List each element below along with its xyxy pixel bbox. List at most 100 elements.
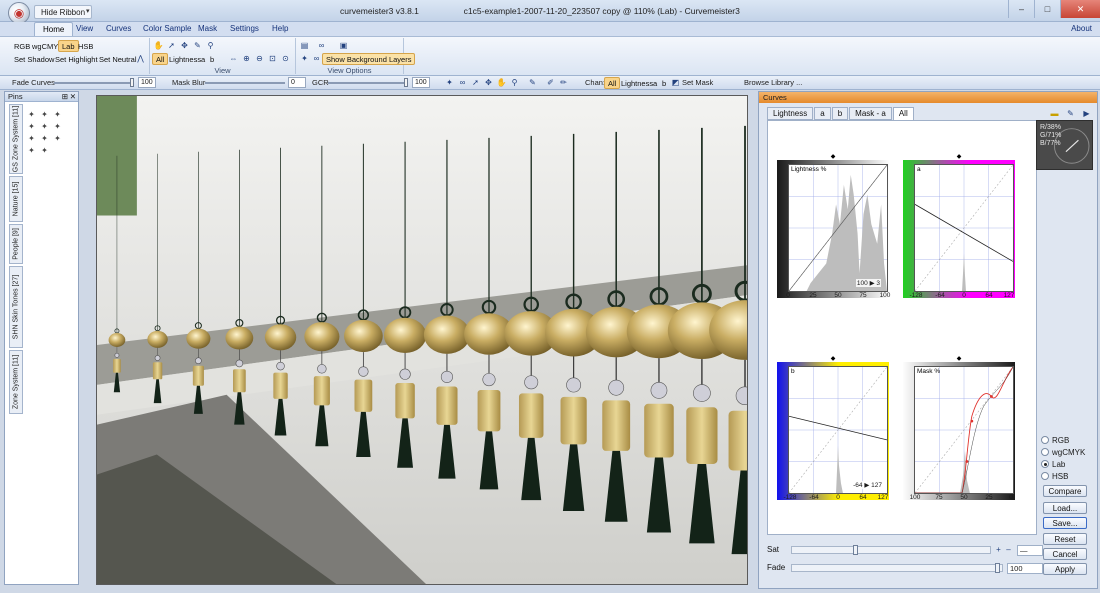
mask-curve-graph[interactable]: ◆ Mask % 100 75 50 25 0 — [903, 356, 1015, 506]
minimize-icon[interactable]: – — [1008, 0, 1034, 18]
radio-rgb-indicator[interactable] — [1041, 436, 1049, 444]
auto-levels-icon[interactable]: ⋀ — [135, 53, 146, 64]
hand-icon[interactable]: ✋ — [496, 77, 507, 88]
tab-curves[interactable]: Curves — [98, 22, 139, 36]
sat-slider-thumb[interactable] — [853, 545, 858, 555]
fade-curves-input[interactable]: 100 — [138, 77, 156, 88]
radio-hsb[interactable]: HSB — [1041, 472, 1068, 482]
maximize-icon[interactable]: □ — [1034, 0, 1060, 18]
pins-tab-people[interactable]: People [9] — [9, 224, 23, 264]
a-curve-graph[interactable]: ◆ a -128 -64 0 64 127 — [903, 154, 1015, 304]
pin-panel-icon[interactable]: ⊞ — [62, 92, 68, 102]
pin-icon[interactable]: ✦ — [27, 122, 36, 131]
pin-tool-icon[interactable]: ✦ — [444, 77, 455, 88]
fit-icon[interactable]: ⇔ — [228, 53, 239, 64]
pin-icon[interactable]: ✦ — [40, 122, 49, 131]
pin-icon[interactable]: ✦ — [299, 53, 310, 64]
set-neutral-button[interactable]: Set Neutral — [95, 53, 141, 65]
pins-tab-shn-skin-tones[interactable]: SHN Skin Tones [27] — [9, 266, 23, 348]
pin-icon[interactable]: ✦ — [40, 134, 49, 143]
b-plot[interactable]: b -64 ▶ 127 — [788, 366, 888, 494]
hide-ribbon-button[interactable]: Hide Ribbon — [34, 5, 93, 19]
chan-b-button[interactable]: b — [658, 77, 670, 89]
b-curve-graph[interactable]: ◆ b -64 ▶ 127 -128 -64 0 64 127 — [777, 356, 889, 506]
hand-tool-icon[interactable]: ✋ — [153, 40, 164, 51]
set-mask-button[interactable]: Set Mask — [682, 78, 713, 87]
sat-decrement-icon[interactable]: – — [1003, 544, 1014, 555]
cancel-button[interactable]: Cancel — [1043, 548, 1087, 560]
lightness-curve-graph[interactable]: ◆ Lightness % 100 ▶ 3 0 25 50 75 100 — [777, 154, 890, 304]
close-icon[interactable]: ✕ — [1060, 0, 1100, 18]
quick-access-dropdown-icon[interactable]: ▾ — [86, 7, 90, 15]
fade-curves-thumb[interactable] — [130, 78, 134, 87]
mask-blur-slider[interactable] — [205, 82, 285, 84]
browse-library-button[interactable]: Browse Library ... — [744, 78, 802, 87]
app-orb-icon[interactable]: ◉ — [8, 2, 30, 24]
compare-button[interactable]: Compare — [1043, 485, 1087, 497]
pin-icon[interactable]: ✦ — [53, 110, 62, 119]
curves-tab-all[interactable]: All — [892, 107, 914, 120]
display-icon[interactable]: ▣ — [338, 40, 349, 51]
radio-hsb-indicator[interactable] — [1041, 472, 1049, 480]
pin-icon[interactable]: ✦ — [40, 110, 49, 119]
reset-button[interactable]: Reset — [1043, 533, 1087, 545]
pin-icon[interactable]: ✦ — [27, 146, 36, 155]
gcr-slider[interactable] — [328, 82, 408, 84]
mode-hsb-button[interactable]: HSB — [74, 40, 97, 52]
gcr-input[interactable]: 100 — [412, 77, 430, 88]
binoculars-icon[interactable]: ∞ — [311, 53, 322, 64]
show-background-layers-button[interactable]: Show Background Layers — [322, 53, 416, 65]
a-plot[interactable]: a — [914, 164, 1014, 292]
dropper-icon[interactable]: ✎ — [527, 77, 538, 88]
pointer-tool-icon[interactable]: ➚ — [166, 40, 177, 51]
tab-view[interactable]: View — [68, 22, 101, 36]
pin-icon[interactable]: ✦ — [53, 134, 62, 143]
tab-mask[interactable]: Mask — [190, 22, 225, 36]
zoom-fit-icon[interactable]: ⊡ — [267, 53, 278, 64]
pin-icon[interactable]: ✦ — [27, 134, 36, 143]
gcr-thumb[interactable] — [404, 78, 408, 87]
curves-tab-mask-a[interactable]: Mask - a — [849, 107, 892, 120]
view-tool-icon[interactable]: ∞ — [457, 77, 468, 88]
fade-slider-thumb[interactable] — [995, 563, 1000, 573]
pan-tool-icon[interactable]: ✥ — [179, 40, 190, 51]
about-link[interactable]: About — [1071, 24, 1092, 33]
radio-wgcmyk-indicator[interactable] — [1041, 448, 1049, 456]
mask-plot[interactable]: Mask % — [914, 366, 1014, 494]
curves-tab-lightness[interactable]: Lightness — [767, 107, 814, 120]
magnify-icon[interactable]: ⚲ — [509, 77, 520, 88]
tab-settings[interactable]: Settings — [222, 22, 267, 36]
curves-tab-b[interactable]: b — [831, 107, 849, 120]
zoom-icon[interactable]: ⚲ — [205, 40, 216, 51]
fade-curves-slider[interactable] — [54, 82, 134, 84]
radio-lab-indicator[interactable] — [1041, 460, 1049, 468]
brush-icon[interactable]: ✐ — [545, 77, 556, 88]
folder-icon[interactable]: ▬ — [1049, 108, 1060, 119]
tool-icon[interactable]: ✎ — [1065, 108, 1076, 119]
play-icon[interactable]: ▶ — [1081, 108, 1092, 119]
zoom-actual-icon[interactable]: ⊙ — [280, 53, 291, 64]
layers-icon[interactable]: ▤ — [299, 40, 310, 51]
pin-icon[interactable]: ✦ — [27, 110, 36, 119]
mask-icon[interactable]: ◩ — [670, 77, 681, 88]
eyedropper-icon[interactable]: ✎ — [192, 40, 203, 51]
channel-b-button[interactable]: b — [206, 53, 218, 65]
save-button[interactable]: Save... — [1043, 517, 1087, 529]
pin-icon[interactable]: ✦ — [40, 146, 49, 155]
close-panel-icon[interactable]: ✕ — [70, 92, 76, 102]
apply-button[interactable]: Apply — [1043, 563, 1087, 575]
pin-icon[interactable]: ✦ — [53, 122, 62, 131]
radio-lab[interactable]: Lab — [1041, 460, 1065, 470]
eraser-icon[interactable]: ✏ — [558, 77, 569, 88]
fade-slider[interactable] — [791, 564, 1003, 572]
zoom-out-icon[interactable]: ⊖ — [254, 53, 265, 64]
document-image[interactable] — [96, 95, 748, 585]
lightness-plot[interactable]: Lightness % 100 ▶ 3 — [788, 164, 888, 292]
radio-rgb[interactable]: RGB — [1041, 436, 1069, 446]
tab-help[interactable]: Help — [264, 22, 296, 36]
pins-tab-nature[interactable]: Nature [15] — [9, 176, 23, 222]
set-highlight-button[interactable]: Set Highlight — [51, 53, 102, 65]
curves-tab-a[interactable]: a — [814, 107, 831, 120]
sat-slider[interactable] — [791, 546, 991, 554]
pointer-icon[interactable]: ➚ — [470, 77, 481, 88]
